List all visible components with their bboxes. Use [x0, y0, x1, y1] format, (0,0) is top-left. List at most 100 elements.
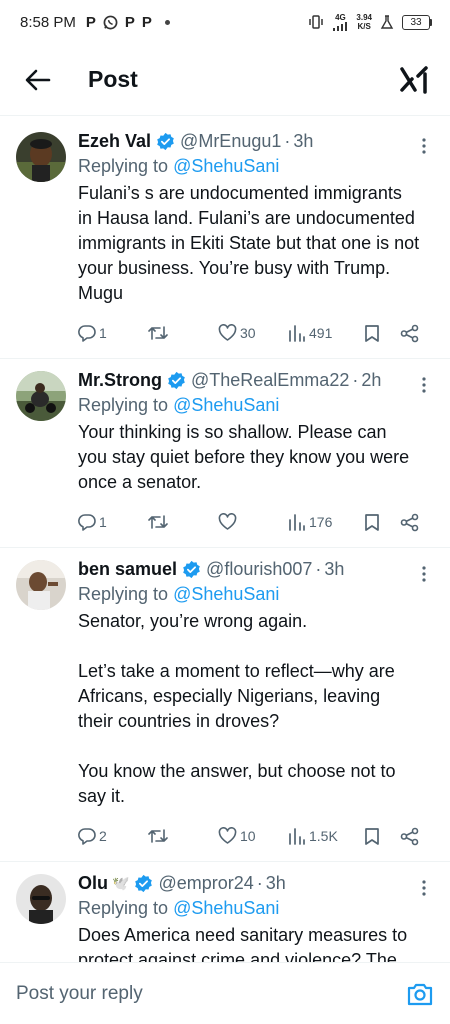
- reply-icon: [78, 325, 96, 342]
- mention-link[interactable]: @ShehuSani: [173, 156, 279, 176]
- repost-button[interactable]: [148, 827, 218, 845]
- author-name[interactable]: Mr.Strong: [78, 369, 162, 392]
- more-options-icon[interactable]: [418, 375, 430, 395]
- mention-link[interactable]: @ShehuSani: [173, 584, 279, 604]
- views-chart-icon: [289, 514, 305, 531]
- author-name[interactable]: ben samuel: [78, 558, 177, 581]
- bookmark-icon: [365, 513, 379, 531]
- camera-icon[interactable]: [406, 980, 434, 1008]
- repost-icon: [148, 326, 168, 340]
- battery-icon: 33: [402, 14, 432, 30]
- page-title: Post: [88, 66, 138, 92]
- status-bar: 8:58 PM P P P 4G 3.94 K/S 33: [0, 0, 450, 44]
- view-count: 1.5K: [309, 828, 338, 844]
- action-bar: 1 176: [78, 497, 436, 547]
- bookmark-button[interactable]: [364, 827, 400, 846]
- verified-badge-icon: [183, 560, 200, 579]
- like-count: 10: [240, 828, 256, 844]
- p-app-icon: P: [85, 13, 96, 31]
- reply-input[interactable]: Post your reply: [16, 983, 143, 1005]
- author-handle[interactable]: @empror24: [158, 872, 253, 895]
- replying-to: Replying to @ShehuSani: [78, 584, 280, 604]
- tweet-text: Your thinking is so shallow. Please can …: [78, 422, 410, 492]
- views-chart-icon: [289, 325, 305, 342]
- grok-icon[interactable]: [398, 63, 432, 97]
- back-button[interactable]: [20, 62, 56, 98]
- more-options-icon[interactable]: [418, 878, 430, 898]
- author-handle[interactable]: @flourish007: [206, 558, 312, 581]
- bookmark-button[interactable]: [364, 324, 400, 343]
- reply-count: 1: [99, 325, 107, 341]
- share-button[interactable]: [400, 513, 424, 532]
- verified-badge-icon: [135, 874, 153, 893]
- mention-link[interactable]: @ShehuSani: [173, 898, 279, 918]
- heart-icon: [218, 513, 237, 530]
- view-count: 176: [309, 514, 333, 530]
- views-button[interactable]: 491: [288, 324, 364, 342]
- more-options-icon[interactable]: [418, 136, 430, 156]
- views-button[interactable]: 176: [288, 513, 364, 531]
- heart-icon: [218, 324, 237, 341]
- like-button[interactable]: [218, 513, 288, 531]
- share-button[interactable]: [400, 324, 424, 343]
- views-button[interactable]: 1.5K: [288, 827, 364, 845]
- bookmark-icon: [365, 324, 379, 342]
- dove-emoji: 🕊️: [112, 875, 130, 891]
- notification-icons: P P P: [86, 14, 170, 31]
- bookmark-icon: [365, 827, 379, 845]
- reply-icon: [78, 828, 96, 845]
- more-notifications-dot: [164, 19, 170, 25]
- p-app-icon: P: [124, 13, 135, 31]
- reply-button[interactable]: 1: [78, 513, 148, 531]
- verified-badge-icon: [168, 371, 185, 390]
- author-handle[interactable]: @MrEnugu1: [180, 130, 281, 153]
- heart-icon: [218, 827, 237, 844]
- reply-icon: [78, 514, 96, 531]
- avatar[interactable]: [16, 560, 66, 610]
- like-count: 30: [240, 325, 256, 341]
- reply-button[interactable]: 1: [78, 324, 148, 342]
- share-button[interactable]: [400, 827, 424, 846]
- timestamp: 3h: [324, 559, 345, 579]
- reply-composer[interactable]: Post your reply: [0, 962, 450, 1024]
- replying-to: Replying to @ShehuSani: [78, 898, 280, 918]
- bookmark-button[interactable]: [364, 513, 400, 532]
- like-button[interactable]: 10: [218, 827, 288, 845]
- views-chart-icon: [289, 828, 305, 845]
- author-name[interactable]: Olu: [78, 872, 108, 895]
- repost-icon: [148, 829, 168, 843]
- share-icon: [400, 827, 419, 845]
- reply-tweet[interactable]: Olu 🕊️ @empror24 · 3h Replying to @Shehu…: [0, 862, 450, 962]
- repost-button[interactable]: [148, 324, 218, 342]
- avatar[interactable]: [16, 371, 66, 421]
- author-name[interactable]: Ezeh Val: [78, 130, 151, 153]
- reply-count: 1: [99, 514, 107, 530]
- replies-feed[interactable]: Ezeh Val @MrEnugu1 · 3h Replying to @She…: [0, 120, 450, 962]
- more-options-icon[interactable]: [418, 564, 430, 584]
- share-icon: [400, 324, 419, 342]
- repost-button[interactable]: [148, 513, 218, 531]
- replying-to: Replying to @ShehuSani: [78, 156, 280, 176]
- reply-tweet[interactable]: Mr.Strong @TheRealEmma22 · 2h Replying t…: [0, 359, 450, 548]
- avatar[interactable]: [16, 874, 66, 924]
- whatsapp-icon: [103, 15, 118, 29]
- reply-button[interactable]: 2: [78, 827, 148, 845]
- tweet-text: Does America need sanitary measures to p…: [78, 925, 408, 962]
- tweet-text: Senator, you’re wrong again. Let’s take …: [78, 611, 396, 806]
- timestamp: 2h: [361, 370, 382, 390]
- status-time: 8:58 PM: [20, 13, 76, 31]
- reply-tweet[interactable]: ben samuel @flourish007 · 3h Replying to…: [0, 548, 450, 862]
- reply-tweet[interactable]: Ezeh Val @MrEnugu1 · 3h Replying to @She…: [0, 120, 450, 359]
- view-count: 491: [309, 325, 333, 341]
- action-bar: 1 30 491: [78, 308, 436, 358]
- p-app-icon: P: [141, 13, 152, 31]
- verified-badge-icon: [157, 132, 174, 151]
- top-app-bar: Post: [0, 44, 450, 116]
- signal-indicator: 4G: [332, 13, 348, 31]
- share-icon: [400, 513, 419, 531]
- avatar[interactable]: [16, 132, 66, 182]
- like-button[interactable]: 30: [218, 324, 288, 342]
- mention-link[interactable]: @ShehuSani: [173, 395, 279, 415]
- timestamp: 3h: [265, 873, 286, 893]
- author-handle[interactable]: @TheRealEmma22: [191, 369, 349, 392]
